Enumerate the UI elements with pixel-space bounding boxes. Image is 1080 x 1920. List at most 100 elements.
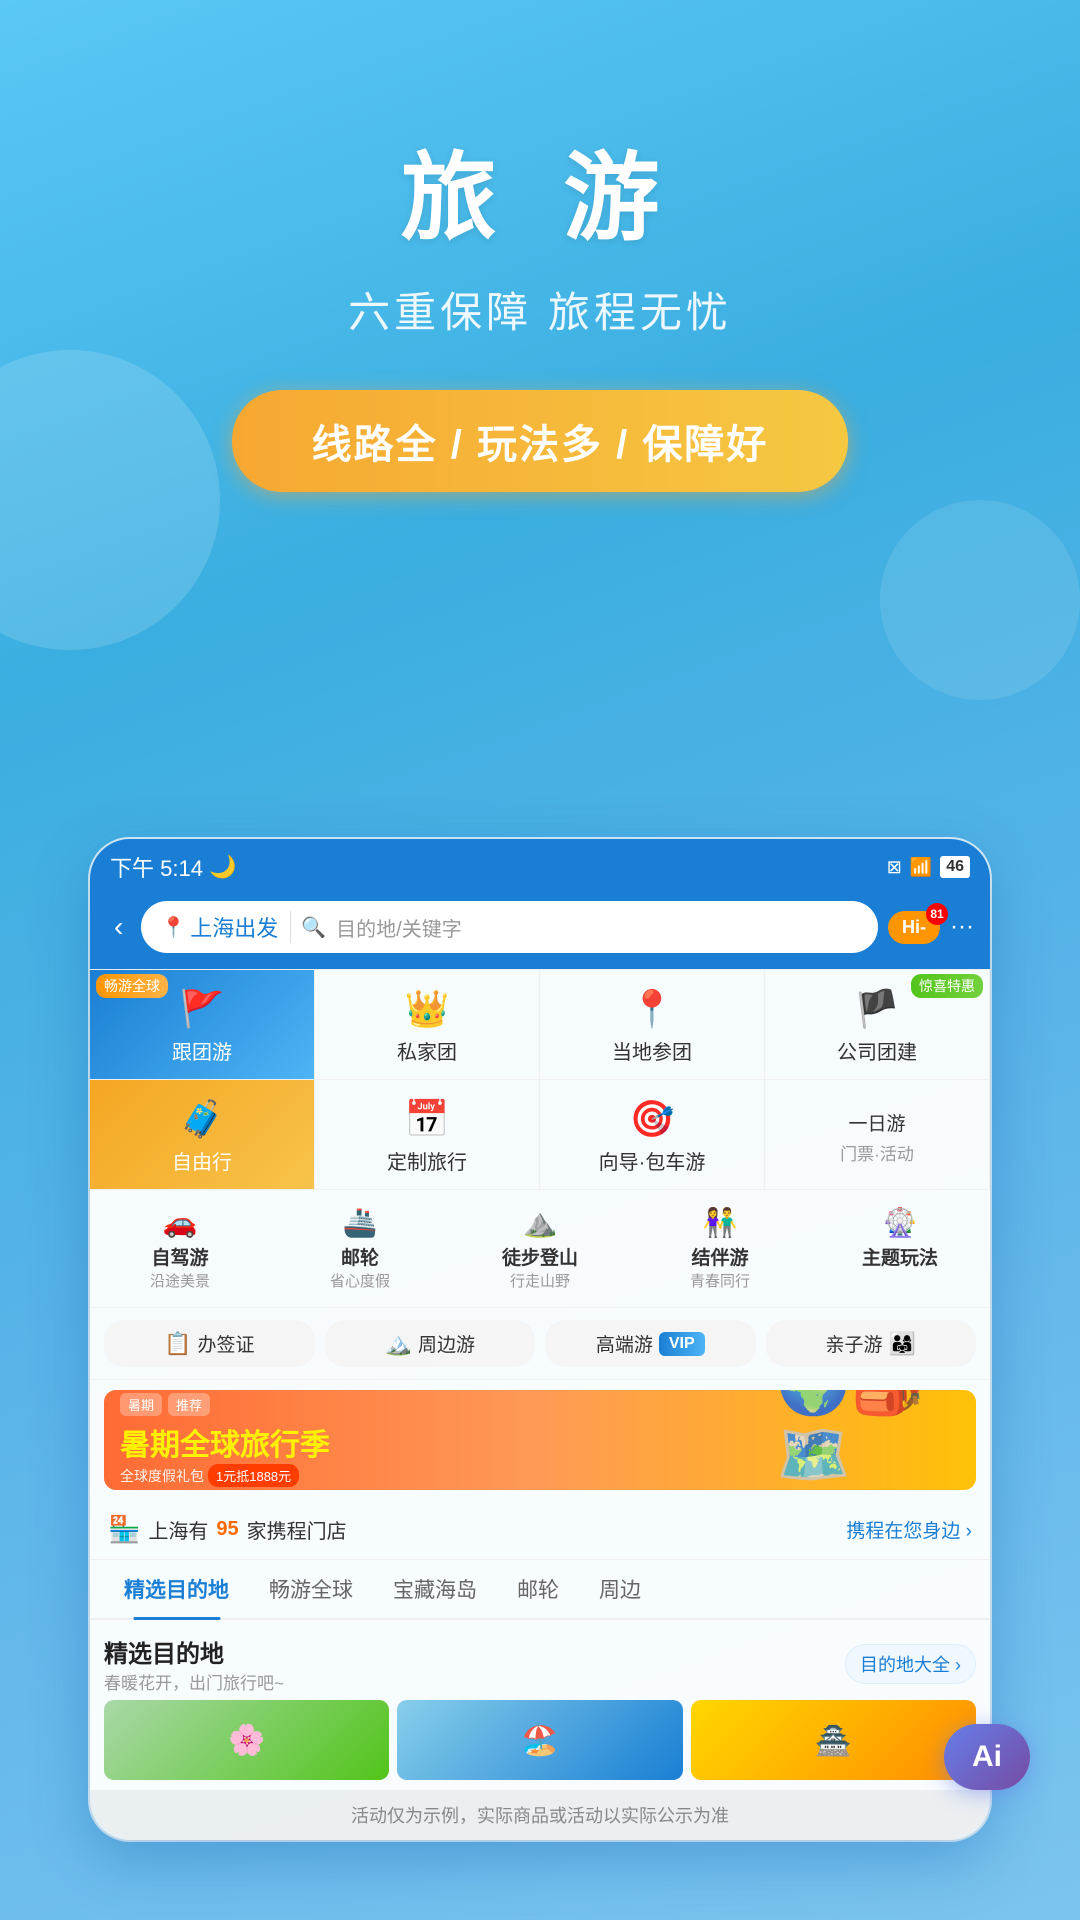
dest-title-group: 精选目的地 春暖花开，出门旅行吧~ — [104, 1634, 284, 1694]
tabs-row: 精选目的地 畅游全球 宝藏海岛 邮轮 周边 — [90, 1560, 990, 1620]
theme-label: 主题玩法 — [862, 1243, 938, 1270]
cruise-sub: 省心度假 — [330, 1270, 390, 1291]
store-count: 95 — [216, 1518, 238, 1541]
free-tour-icon: 🧳 — [180, 1098, 225, 1140]
cruise-icon: 🚢 — [343, 1206, 378, 1239]
cruise-label: 邮轮 — [341, 1243, 379, 1270]
sub-menu-companion[interactable]: 👫 结伴游 青春同行 — [630, 1198, 810, 1299]
search-bar: ‹ 📍 上海出发 🔍 目的地/关键字 Hi- 81 ··· — [90, 891, 990, 969]
banner-tag2: 推荐 — [168, 1393, 210, 1416]
back-button[interactable]: ‹ — [106, 907, 131, 947]
sub-menu-row: 🚗 自驾游 沿途美景 🚢 邮轮 省心度假 ⛰️ 徒步登山 行走山野 👫 结伴游 … — [90, 1190, 990, 1308]
tab-island[interactable]: 宝藏海岛 — [373, 1560, 497, 1618]
guide-tour-icon: 🎯 — [630, 1098, 675, 1140]
menu-item-private-tour[interactable]: 👑 私家团 — [315, 970, 540, 1080]
custom-tour-icon: 📅 — [405, 1098, 450, 1140]
signal-icon: ⊠ — [887, 857, 902, 878]
store-icon: 🏪 — [108, 1514, 140, 1545]
destination-all-button[interactable]: 目的地大全 › — [845, 1644, 976, 1684]
tag-luxury[interactable]: 高端游 VIP — [545, 1320, 756, 1367]
menu-item-custom-tour[interactable]: 📅 定制旅行 — [315, 1080, 540, 1190]
luxury-label: 高端游 — [596, 1330, 653, 1357]
self-drive-sub: 沿途美景 — [150, 1270, 210, 1291]
destination-header: 精选目的地 春暖花开，出门旅行吧~ 目的地大全 › — [104, 1634, 976, 1694]
search-magnifier-icon: 🔍 — [301, 915, 326, 940]
search-input-container[interactable]: 📍 上海出发 🔍 目的地/关键字 — [141, 901, 878, 953]
hero-title: 旅 游 — [0, 120, 1080, 259]
guide-tour-label: 向导·包车游 — [599, 1146, 706, 1175]
theme-icon: 🎡 — [883, 1206, 918, 1239]
hiking-sub: 行走山野 — [510, 1270, 570, 1291]
summer-banner[interactable]: 暑期 推荐 暑期全球旅行季 全球度假礼包 1元抵1888元 🌍🎒🗺️ — [104, 1390, 976, 1490]
family-label: 亲子游 — [826, 1330, 883, 1357]
companion-sub: 青春同行 — [690, 1270, 750, 1291]
menu-item-day-tour[interactable]: 一日游 门票·活动 — [765, 1080, 990, 1190]
store-link[interactable]: 携程在您身边 › — [846, 1516, 972, 1543]
tab-cruise[interactable]: 邮轮 — [497, 1560, 579, 1618]
menu-item-local-tour[interactable]: 📍 当地参团 — [540, 970, 765, 1080]
tag-family[interactable]: 亲子游 👨‍👩‍👧 — [766, 1320, 977, 1367]
banner-main-text: 暑期全球旅行季 — [120, 1420, 330, 1464]
dest-image-1[interactable]: 🌸 — [104, 1700, 389, 1780]
sub-menu-cruise[interactable]: 🚢 邮轮 省心度假 — [270, 1198, 450, 1299]
banner-coupon: 1元抵1888元 — [208, 1464, 299, 1487]
sub-menu-hiking[interactable]: ⛰️ 徒步登山 行走山野 — [450, 1198, 630, 1299]
menu-item-guide-tour[interactable]: 🎯 向导·包车游 — [540, 1080, 765, 1190]
tab-selected-destination[interactable]: 精选目的地 — [104, 1560, 249, 1618]
banner-illustration: 🌍🎒🗺️ — [776, 1390, 976, 1490]
local-tour-label: 当地参团 — [612, 1036, 692, 1065]
departure-location[interactable]: 📍 上海出发 — [161, 911, 291, 943]
status-bar: 下午 5:14 🌙 ⊠ 📶 46 — [90, 839, 990, 891]
companion-label: 结伴游 — [691, 1243, 748, 1270]
more-options-button[interactable]: ··· — [950, 913, 974, 941]
wifi-icon: 📶 — [910, 857, 932, 878]
family-icon: 👨‍👩‍👧 — [889, 1331, 916, 1357]
search-placeholder-text: 目的地/关键字 — [336, 913, 858, 942]
banner-content: 暑期 推荐 暑期全球旅行季 全球度假礼包 1元抵1888元 — [120, 1393, 330, 1487]
hi-badge[interactable]: Hi- 81 — [888, 911, 940, 944]
sub-menu-self-drive[interactable]: 🚗 自驾游 沿途美景 — [90, 1198, 270, 1299]
menu-item-free-tour[interactable]: 🧳 自由行 — [90, 1080, 315, 1190]
header-right: Hi- 81 ··· — [888, 911, 974, 944]
hero-badge[interactable]: 线路全 / 玩法多 / 保障好 — [232, 390, 849, 492]
free-tour-label: 自由行 — [172, 1146, 232, 1175]
moon-icon: 🌙 — [209, 854, 236, 880]
sub-menu-theme[interactable]: 🎡 主题玩法 — [810, 1198, 990, 1299]
ai-float-button[interactable]: Ai — [944, 1724, 1030, 1790]
location-pin-icon: 📍 — [161, 915, 186, 940]
menu-item-group-tour[interactable]: 畅游全球 🚩 跟团游 — [90, 970, 315, 1080]
notification-badge: 81 — [926, 903, 948, 925]
destination-subtitle: 春暖花开，出门旅行吧~ — [104, 1669, 284, 1694]
phone-mockup: 下午 5:14 🌙 ⊠ 📶 46 ‹ 📍 上海出发 🔍 目的地/关键字 — [90, 839, 990, 1840]
main-menu-grid: 畅游全球 🚩 跟团游 👑 私家团 📍 当地参团 惊喜特惠 🏴 公司团建 🧳 自由… — [90, 969, 990, 1190]
banner-sub-text: 全球度假礼包 — [120, 1466, 204, 1486]
store-text-before: 上海有 — [148, 1515, 208, 1544]
hiking-icon: ⛰️ — [523, 1206, 558, 1239]
store-text-after: 家携程门店 — [247, 1515, 347, 1544]
destination-images: 🌸 🏖️ 🏯 — [104, 1700, 976, 1780]
hero-section: 旅 游 六重保障 旅程无忧 线路全 / 玩法多 / 保障好 — [0, 0, 1080, 492]
ticket-label: 门票·活动 — [840, 1140, 914, 1165]
banner-tag: 暑期 — [120, 1393, 162, 1416]
disclaimer-text: 活动仅为示例，实际商品或活动以实际公示为准 — [90, 1790, 990, 1840]
dest-image-2[interactable]: 🏖️ — [397, 1700, 682, 1780]
tag-visa[interactable]: 📋 办签证 — [104, 1320, 315, 1367]
custom-tour-label: 定制旅行 — [387, 1146, 467, 1175]
dest-image-3[interactable]: 🏯 — [691, 1700, 976, 1780]
company-tour-icon: 🏴 — [855, 988, 900, 1030]
private-tour-icon: 👑 — [405, 988, 450, 1030]
self-drive-icon: 🚗 — [163, 1206, 198, 1239]
company-tour-label: 公司团建 — [837, 1036, 917, 1065]
day-tour-label: 一日游 — [848, 1109, 905, 1136]
hot-badge: 畅游全球 — [96, 974, 168, 998]
tab-nearby[interactable]: 周边 — [579, 1560, 661, 1618]
tag-row: 📋 办签证 🏔️ 周边游 高端游 VIP 亲子游 👨‍👩‍👧 — [90, 1308, 990, 1380]
tag-nearby-label: 周边游 — [418, 1330, 475, 1357]
menu-item-company-tour[interactable]: 惊喜特惠 🏴 公司团建 — [765, 970, 990, 1080]
special-badge: 惊喜特惠 — [911, 974, 983, 998]
hero-subtitle: 六重保障 旅程无忧 — [0, 279, 1080, 340]
tag-nearby[interactable]: 🏔️ 周边游 — [325, 1320, 536, 1367]
battery-icon: 46 — [940, 856, 970, 878]
store-info-row: 🏪 上海有 95 家携程门店 携程在您身边 › — [90, 1500, 990, 1560]
tab-world-tour[interactable]: 畅游全球 — [249, 1560, 373, 1618]
